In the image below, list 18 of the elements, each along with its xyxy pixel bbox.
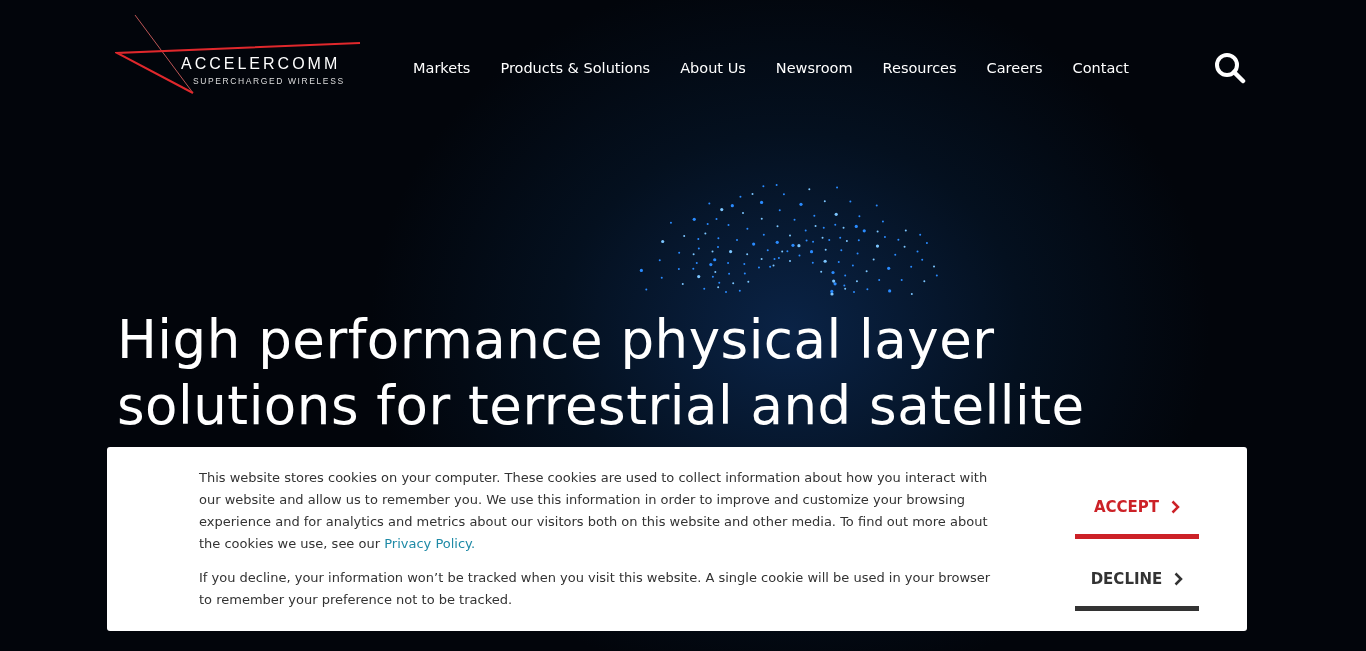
nav-link[interactable]: Resources	[882, 59, 957, 76]
nav-link[interactable]: Products & Solutions	[500, 59, 651, 76]
chevron-icon	[1171, 499, 1181, 514]
nav-link[interactable]: About Us	[680, 59, 746, 76]
nav-link[interactable]: Contact	[1072, 59, 1130, 76]
cookie-text: This website stores cookies on your computer. These cookies are used to collect information about how you interact with our website and allow us to remember you. We use this information in order to improve and customize your browsing experience and for analytics and metrics about our visitors both on this website and other media. To find out more about the cookies we use, see our Privacy Policy.	[199, 469, 989, 553]
chevron-icon	[1174, 571, 1184, 586]
logo-name[interactable]: ACCELERCOMM	[181, 55, 341, 73]
accept-button[interactable]: ACCEPT	[1075, 489, 1199, 539]
nav-link[interactable]: Newsroom	[775, 59, 853, 76]
nav-link[interactable]: Careers	[986, 59, 1043, 76]
nav-link[interactable]: Markets	[413, 59, 471, 76]
logo-tagline: SUPERCHARGED WIRELESS	[193, 76, 345, 86]
hero-heading: High performance physical layer solutions for terrestrial and satellite	[117, 308, 1086, 438]
decline-button[interactable]: DECLINE	[1075, 561, 1199, 611]
cookie-text: If you decline, your information won’t be tracked when you visit this website. A single cookie will be used in your browser to remember your preference not to be tracked.	[199, 569, 992, 609]
privacy-policy-link[interactable]: Privacy Policy.	[384, 536, 476, 551]
search-icon[interactable]	[1214, 51, 1246, 84]
